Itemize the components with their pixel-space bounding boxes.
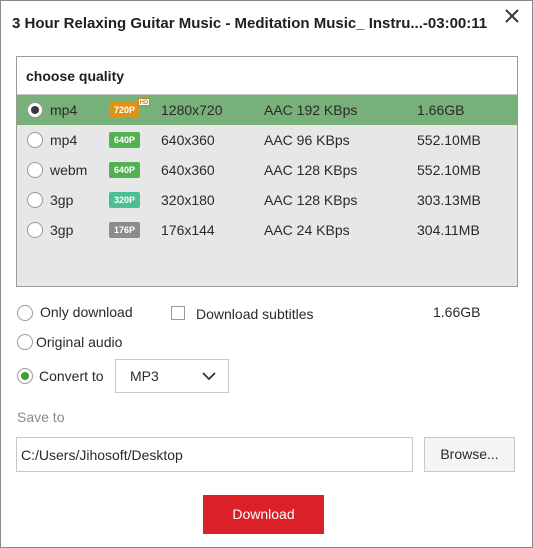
- save-to-label: Save to: [17, 409, 65, 425]
- quality-row[interactable]: mp4 720P HD 1280x720 AAC 192 KBps 1.66GB: [17, 95, 517, 125]
- dialog-title: 3 Hour Relaxing Guitar Music - Meditatio…: [12, 15, 488, 32]
- download-subtitles-label: Download subtitles: [196, 306, 314, 322]
- quality-panel: choose quality mp4 720P HD 1280x720 AAC …: [16, 56, 518, 287]
- quality-audio: AAC 128 KBps: [264, 162, 358, 178]
- chevron-down-icon: [202, 372, 216, 381]
- save-path-input[interactable]: [16, 437, 413, 472]
- quality-radio[interactable]: [27, 192, 43, 208]
- only-download-radio[interactable]: [17, 305, 33, 321]
- browse-button[interactable]: Browse...: [424, 437, 515, 472]
- quality-size: 552.10MB: [417, 162, 481, 178]
- download-button[interactable]: Download: [203, 495, 324, 534]
- quality-radio[interactable]: [27, 132, 43, 148]
- quality-size: 304.11MB: [417, 222, 480, 238]
- quality-resolution: 320x180: [161, 192, 215, 208]
- quality-resolution: 640x360: [161, 132, 215, 148]
- quality-format: mp4: [50, 102, 78, 118]
- resolution-badge: 320P: [109, 192, 140, 208]
- quality-audio: AAC 128 KBps: [264, 192, 358, 208]
- quality-radio[interactable]: [27, 162, 43, 178]
- quality-audio: AAC 24 KBps: [264, 222, 350, 238]
- quality-row[interactable]: mp4 640P 640x360 AAC 96 KBps 552.10MB: [17, 125, 517, 155]
- original-audio-radio[interactable]: [17, 334, 33, 350]
- quality-header: choose quality: [17, 57, 517, 95]
- quality-radio[interactable]: [27, 102, 43, 118]
- quality-format: 3gp: [50, 192, 74, 208]
- convert-format-select[interactable]: MP3: [115, 359, 229, 393]
- quality-size: 552.10MB: [417, 132, 481, 148]
- only-download-label: Only download: [40, 304, 133, 320]
- resolution-badge: 176P: [109, 222, 140, 238]
- resolution-badge: 720P: [109, 102, 140, 118]
- total-size: 1.66GB: [433, 304, 481, 320]
- convert-to-label: Convert to: [39, 368, 104, 384]
- quality-row[interactable]: 3gp 176P 176x144 AAC 24 KBps 304.11MB: [17, 215, 517, 245]
- quality-list: mp4 720P HD 1280x720 AAC 192 KBps 1.66GB…: [17, 95, 517, 245]
- quality-size: 303.13MB: [417, 192, 481, 208]
- resolution-badge: 640P: [109, 132, 140, 148]
- quality-format: webm: [50, 162, 88, 178]
- quality-audio: AAC 96 KBps: [264, 132, 350, 148]
- quality-resolution: 176x144: [161, 222, 215, 238]
- convert-to-radio[interactable]: [17, 368, 33, 384]
- quality-radio[interactable]: [27, 222, 43, 238]
- download-subtitles-checkbox[interactable]: [171, 306, 185, 320]
- close-button[interactable]: [502, 6, 522, 26]
- quality-resolution: 640x360: [161, 162, 215, 178]
- quality-format: 3gp: [50, 222, 74, 238]
- quality-resolution: 1280x720: [161, 102, 223, 118]
- quality-row[interactable]: webm 640P 640x360 AAC 128 KBps 552.10MB: [17, 155, 517, 185]
- download-dialog: 3 Hour Relaxing Guitar Music - Meditatio…: [0, 0, 533, 548]
- original-audio-label: Original audio: [36, 334, 123, 350]
- quality-row[interactable]: 3gp 320P 320x180 AAC 128 KBps 303.13MB: [17, 185, 517, 215]
- quality-size: 1.66GB: [417, 102, 465, 118]
- resolution-badge: 640P: [109, 162, 140, 178]
- quality-format: mp4: [50, 132, 78, 148]
- hd-badge: HD: [138, 98, 150, 106]
- convert-format-value: MP3: [130, 368, 159, 384]
- close-icon: [505, 9, 519, 23]
- quality-audio: AAC 192 KBps: [264, 102, 358, 118]
